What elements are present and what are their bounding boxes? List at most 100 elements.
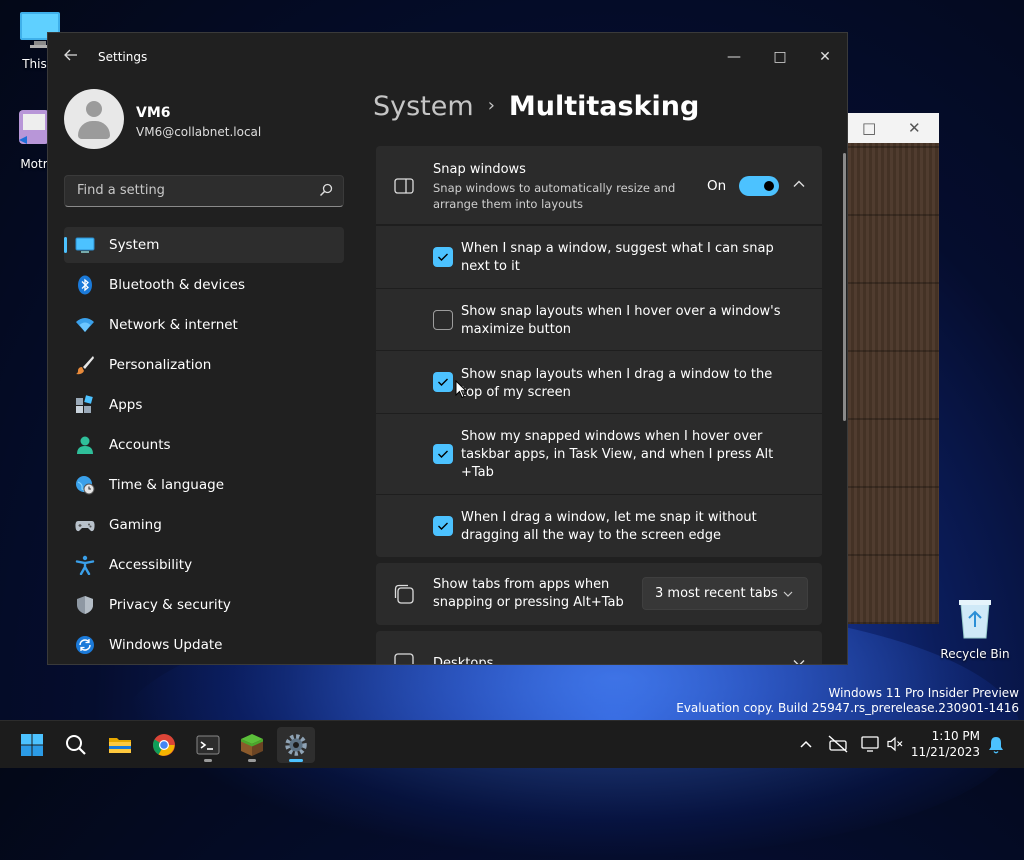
close-button[interactable]: ✕: [802, 41, 847, 73]
snap-option-checkbox[interactable]: [433, 372, 453, 392]
chevron-up-icon[interactable]: [799, 739, 813, 749]
snap-option-snapped-windows[interactable]: Show my snapped windows when I hover ove…: [376, 413, 822, 494]
breadcrumb-parent[interactable]: System: [373, 91, 474, 122]
background-window-titlebar: □ ✕: [848, 113, 939, 143]
breadcrumb-separator: ›: [487, 95, 495, 116]
background-window-content: [848, 143, 939, 624]
alt-tab-dropdown-value: 3 most recent tabs: [655, 586, 778, 601]
snap-option-suggest[interactable]: When I snap a window, suggest what I can…: [376, 225, 822, 288]
search-box[interactable]: [64, 175, 344, 207]
snap-windows-icon: [394, 178, 414, 194]
brush-icon: [76, 356, 94, 375]
desktop-icon-label: Recycle Bin: [940, 647, 1010, 661]
snap-windows-header[interactable]: Snap windows Snap windows to automatical…: [376, 146, 822, 225]
sidebar-item-accounts[interactable]: Accounts: [64, 427, 344, 463]
search-icon: [66, 735, 86, 755]
sidebar-item-label: Time & language: [109, 477, 225, 493]
sidebar-item-label: Apps: [109, 397, 143, 413]
taskbar-terminal[interactable]: [189, 727, 227, 763]
content-scrollbar[interactable]: [843, 153, 846, 421]
taskbar-search-button[interactable]: [57, 727, 95, 763]
back-button[interactable]: [64, 47, 78, 66]
snap-option-label: Show snap layouts when I drag a window t…: [461, 367, 773, 400]
checkmark-icon: [438, 253, 448, 261]
alt-tab-setting-label: Show tabs from apps when snapping or pre…: [433, 577, 624, 610]
recycle-bin-icon: [940, 596, 1010, 643]
taskbar-settings[interactable]: [277, 727, 315, 763]
taskbar-file-explorer[interactable]: [101, 727, 139, 763]
sidebar-item-time-language[interactable]: Time & language: [64, 467, 344, 503]
back-arrow-icon: [64, 49, 77, 61]
app-title: Settings: [98, 50, 148, 64]
sidebar-item-personalization[interactable]: Personalization: [64, 347, 344, 383]
sidebar-nav: System Bluetooth & devices Network & int…: [64, 227, 344, 664]
sidebar-item-gaming[interactable]: Gaming: [64, 507, 344, 543]
checkmark-icon: [438, 522, 448, 530]
close-icon[interactable]: ✕: [908, 119, 921, 137]
accessibility-icon: [75, 555, 95, 575]
taskbar-clock[interactable]: 1:10 PM 11/21/2023: [911, 728, 980, 760]
search-input[interactable]: [75, 182, 309, 199]
sidebar-item-label: System: [109, 237, 160, 253]
breadcrumb-current: Multitasking: [508, 91, 700, 122]
snap-option-checkbox[interactable]: [433, 247, 453, 267]
notification-bell-icon[interactable]: [988, 736, 1004, 754]
snap-option-drag-top[interactable]: Show snap layouts when I drag a window t…: [376, 350, 822, 413]
display-icon[interactable]: [861, 735, 879, 753]
maximize-icon[interactable]: □: [862, 119, 876, 137]
folder-icon: [109, 738, 131, 753]
title-bar: Settings — □ ✕: [48, 33, 847, 81]
snap-option-hover-maximize[interactable]: Show snap layouts when I hover over a wi…: [376, 288, 822, 350]
taskbar-chrome[interactable]: [145, 727, 183, 763]
running-indicator: [248, 759, 256, 762]
chevron-down-icon[interactable]: [792, 658, 806, 665]
search-icon[interactable]: [319, 183, 333, 197]
sidebar-item-label: Accessibility: [109, 557, 193, 573]
apps-icon: [76, 395, 93, 413]
snap-option-drag-edge[interactable]: When I drag a window, let me snap it wit…: [376, 494, 822, 557]
mouse-cursor-icon: [455, 380, 467, 399]
multitasking-settings: Snap windows Snap windows to automatical…: [376, 146, 822, 665]
snap-toggle-state: On: [707, 178, 727, 194]
terminal-icon: [196, 735, 220, 755]
grass-block-icon: [241, 734, 263, 756]
start-button[interactable]: [13, 727, 51, 763]
background-window[interactable]: □ ✕: [848, 113, 939, 624]
system-icon: [75, 237, 95, 253]
sidebar-item-network[interactable]: Network & internet: [64, 307, 344, 343]
network-disconnected-icon[interactable]: [828, 735, 848, 753]
snap-option-label: Show snap layouts when I hover over a wi…: [461, 304, 781, 337]
sidebar-item-privacy-security[interactable]: Privacy & security: [64, 587, 344, 623]
taskbar-minecraft[interactable]: [233, 727, 271, 763]
snap-windows-toggle[interactable]: [739, 176, 779, 196]
gamepad-icon: [75, 521, 95, 532]
checkmark-icon: [438, 378, 448, 386]
sidebar-item-system[interactable]: System: [64, 227, 344, 263]
alt-tab-dropdown[interactable]: 3 most recent tabs: [642, 577, 808, 610]
maximize-button[interactable]: □: [757, 41, 803, 73]
windows-logo-icon: [21, 734, 43, 756]
sidebar-item-label: Privacy & security: [109, 597, 231, 613]
checkmark-icon: [438, 450, 448, 458]
sidebar-item-accessibility[interactable]: Accessibility: [64, 547, 344, 583]
snap-option-checkbox[interactable]: [433, 516, 453, 536]
desktops-label: Desktops: [433, 656, 494, 665]
chevron-up-icon[interactable]: [792, 177, 806, 191]
minimize-button[interactable]: —: [711, 41, 757, 73]
sidebar-item-windows-update[interactable]: Windows Update: [64, 627, 344, 663]
desktops-card[interactable]: Desktops: [376, 631, 822, 665]
wifi-icon: [76, 318, 94, 332]
clock-date: 11/21/2023: [910, 745, 980, 759]
desktop-icon-recycle-bin[interactable]: Recycle Bin: [940, 596, 1010, 661]
globe-clock-icon: [76, 476, 95, 495]
sidebar-item-label: Network & internet: [109, 317, 238, 333]
speaker-muted-icon[interactable]: [886, 735, 904, 753]
watermark-edition: Windows 11 Pro Insider Preview: [828, 686, 1019, 700]
sidebar-item-apps[interactable]: Apps: [64, 387, 344, 423]
gear-icon: [285, 734, 307, 756]
sidebar-item-bluetooth[interactable]: Bluetooth & devices: [64, 267, 344, 303]
snap-option-checkbox[interactable]: [433, 310, 453, 330]
snap-option-label: When I drag a window, let me snap it wit…: [461, 510, 757, 543]
snap-option-checkbox[interactable]: [433, 444, 453, 464]
tabs-stack-icon: [394, 584, 414, 604]
